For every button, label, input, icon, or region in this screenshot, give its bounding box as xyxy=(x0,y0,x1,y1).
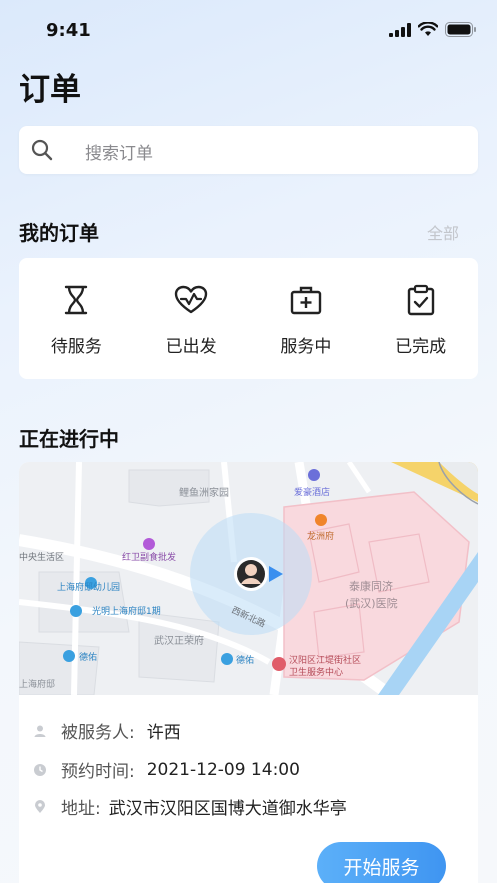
map-label: 光明上海府邸1期 xyxy=(92,605,161,617)
heart-pulse-icon xyxy=(173,282,209,318)
appointment-time-label: 预约时间: xyxy=(61,762,135,782)
search-input[interactable]: 搜索订单 xyxy=(85,139,153,164)
served-person-row: 被服务人: 许西 xyxy=(33,718,181,743)
medical-kit-icon xyxy=(288,282,324,318)
search-icon xyxy=(31,139,53,161)
search-box[interactable]: 搜索订单 xyxy=(19,126,478,174)
order-status-departed[interactable]: 已出发 xyxy=(134,258,249,379)
person-icon xyxy=(34,725,46,737)
served-person-value: 许西 xyxy=(146,723,181,743)
appointment-time-value: 2021-12-09 14:00 xyxy=(146,759,300,780)
address-label: 地址: xyxy=(61,799,101,819)
map-label: 武汉正荣府 xyxy=(154,634,204,647)
battery-icon xyxy=(445,22,476,37)
order-status-card: 待服务 已出发 服务中 已完成 xyxy=(19,258,478,379)
start-service-button[interactable]: 开始服务 xyxy=(317,842,446,883)
status-bar: 9:41 xyxy=(0,0,497,60)
map-label: 红卫副食批发 xyxy=(122,551,176,563)
page-title: 订单 xyxy=(19,72,81,108)
map-label: (武汉)医院 xyxy=(345,596,398,610)
clipboard-check-icon xyxy=(403,282,439,318)
order-status-label: 待服务 xyxy=(50,337,102,357)
in-progress-title: 正在进行中 xyxy=(19,427,119,451)
order-status-in-service[interactable]: 服务中 xyxy=(249,258,364,379)
hourglass-icon xyxy=(58,282,94,318)
map-label: 德佑 xyxy=(79,651,97,663)
map-label: 泰康同济 xyxy=(349,579,393,593)
status-icons xyxy=(389,22,477,37)
map-label: 龙洲府 xyxy=(307,530,334,542)
address-row: 地址: 武汉市汉阳区国博大道御水华亭 xyxy=(33,794,347,819)
map-label: 上海府邸幼儿园 xyxy=(57,581,120,593)
map-label: 爱豪酒店 xyxy=(294,486,330,498)
appointment-time-row: 预约时间: 2021-12-09 14:00 xyxy=(33,757,300,782)
cellular-signal-icon xyxy=(389,22,411,37)
in-progress-order-card[interactable]: 鲤鱼洲家园 爱豪酒店 龙洲府 中央生活区 红卫副食批发 上海府邸幼儿园 光明上海… xyxy=(19,462,478,883)
map-label: 鲤鱼洲家园 xyxy=(179,486,229,499)
map-label: 中央生活区 xyxy=(19,551,64,563)
map-label: 汉阳区江堤街社区 xyxy=(289,654,361,666)
map-label: 德佑 xyxy=(236,654,254,666)
map-view[interactable]: 鲤鱼洲家园 爱豪酒店 龙洲府 中央生活区 红卫副食批发 上海府邸幼儿园 光明上海… xyxy=(19,462,478,695)
order-status-label: 已出发 xyxy=(165,337,217,357)
map-label: 上海府邸 xyxy=(19,678,55,690)
address-value: 武汉市汉阳区国博大道御水华亭 xyxy=(108,799,347,819)
order-status-label: 已完成 xyxy=(395,337,447,357)
clock-icon xyxy=(34,763,46,776)
status-time: 9:41 xyxy=(46,20,91,41)
map-label: 卫生服务中心 xyxy=(289,666,343,678)
served-person-label: 被服务人: xyxy=(61,723,135,743)
all-orders-link[interactable]: 全部 xyxy=(427,220,459,244)
my-orders-title: 我的订单 xyxy=(19,221,99,245)
order-status-completed[interactable]: 已完成 xyxy=(363,258,478,379)
order-status-label: 服务中 xyxy=(280,337,332,357)
wifi-icon xyxy=(418,22,438,36)
order-status-pending[interactable]: 待服务 xyxy=(19,258,134,379)
location-pin-icon xyxy=(35,799,45,813)
